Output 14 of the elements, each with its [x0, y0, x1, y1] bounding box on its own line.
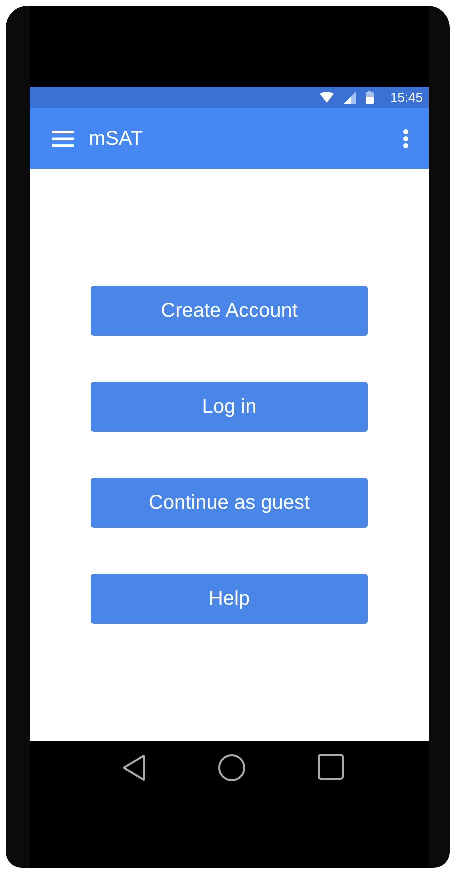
back-icon[interactable] [122, 754, 146, 782]
recents-icon[interactable] [318, 754, 344, 780]
app-title: mSAT [89, 126, 144, 152]
status-time: 15:45 [390, 88, 423, 107]
battery-icon [366, 91, 374, 104]
menu-button[interactable]: Help [91, 574, 368, 624]
home-icon[interactable] [218, 754, 246, 782]
menu-button[interactable]: Continue as guest [91, 478, 368, 528]
menu-button[interactable]: Log in [91, 382, 368, 432]
menu-icon[interactable] [52, 130, 74, 146]
menu-button[interactable]: Create Account [91, 286, 368, 336]
signal-icon [344, 92, 356, 104]
more-options-icon[interactable] [403, 128, 409, 148]
wifi-icon [320, 92, 334, 103]
